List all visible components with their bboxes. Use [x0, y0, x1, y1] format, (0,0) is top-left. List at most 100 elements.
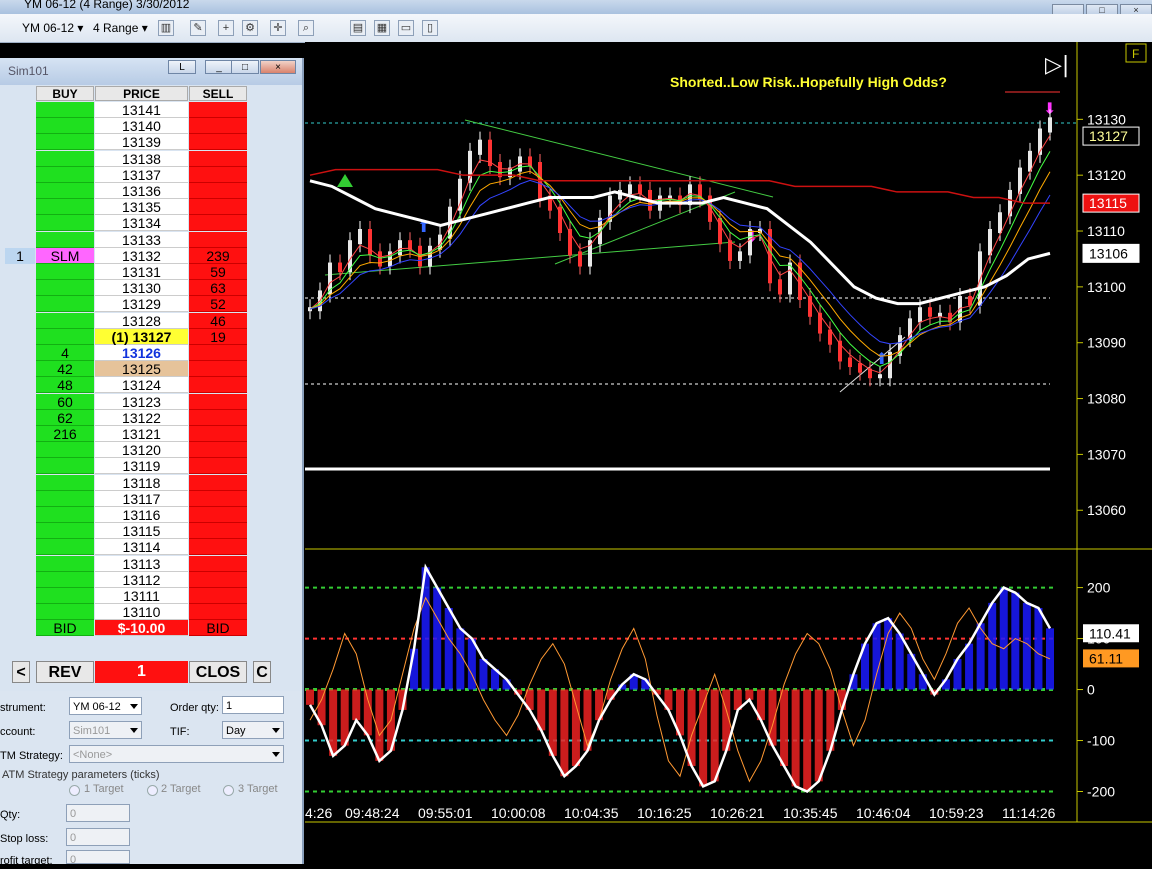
- buy-cell[interactable]: [36, 102, 94, 118]
- buy-cell[interactable]: [36, 231, 94, 248]
- dom-l-button[interactable]: L: [168, 60, 196, 74]
- buy-cell[interactable]: [36, 490, 94, 507]
- buy-cell[interactable]: 60: [36, 393, 94, 410]
- buy-cell[interactable]: [36, 539, 94, 556]
- sell-cell[interactable]: [189, 377, 247, 394]
- buy-cell[interactable]: 4: [36, 345, 94, 361]
- bar-type-icon[interactable]: ▥: [158, 20, 174, 36]
- buy-cell[interactable]: [36, 458, 94, 475]
- buy-cell[interactable]: 42: [36, 361, 94, 378]
- reverse-button[interactable]: REV: [36, 661, 94, 683]
- sell-cell[interactable]: [189, 215, 247, 232]
- sell-cell[interactable]: [189, 361, 247, 378]
- buy-cell[interactable]: [36, 523, 94, 540]
- profit-target-input[interactable]: 0: [66, 850, 130, 866]
- sell-cell[interactable]: [189, 458, 247, 475]
- buy-cell[interactable]: [36, 134, 94, 151]
- buy-cell[interactable]: [36, 312, 94, 329]
- target1-radio[interactable]: [69, 785, 80, 796]
- qty-input[interactable]: 0: [66, 804, 130, 822]
- sell-cell[interactable]: [189, 426, 247, 442]
- buy-cell[interactable]: [36, 264, 94, 280]
- sell-cell[interactable]: [189, 134, 247, 151]
- buy-cell[interactable]: [36, 328, 94, 345]
- sell-cell[interactable]: [189, 539, 247, 556]
- sell-cell[interactable]: [189, 393, 247, 410]
- sell-cell[interactable]: [189, 118, 247, 135]
- tif-dropdown[interactable]: Day: [222, 721, 284, 739]
- buy-cell[interactable]: [36, 150, 94, 167]
- sell-cell[interactable]: 46: [189, 312, 247, 329]
- buy-cell[interactable]: [36, 280, 94, 297]
- sell-cell[interactable]: [189, 442, 247, 459]
- atm-strategy-dropdown[interactable]: <None>: [69, 745, 284, 763]
- sell-cell[interactable]: [189, 555, 247, 572]
- period-selector[interactable]: 4 Range ▾: [93, 18, 148, 38]
- zoom-icon[interactable]: ⌕: [298, 20, 314, 36]
- indicator-add-icon[interactable]: +: [218, 20, 234, 36]
- sell-cell[interactable]: [189, 507, 247, 523]
- scroll-left-button[interactable]: <: [12, 661, 30, 683]
- c-button[interactable]: C: [253, 661, 271, 683]
- buy-cell[interactable]: 48: [36, 377, 94, 394]
- price-chart[interactable]: Shorted..Low Risk..Hopefully High Odds? …: [305, 42, 1152, 864]
- sell-cell[interactable]: [189, 102, 247, 118]
- sell-cell[interactable]: 63: [189, 280, 247, 297]
- buy-cell[interactable]: [36, 118, 94, 135]
- buy-cell[interactable]: [36, 555, 94, 572]
- strategy-icon[interactable]: ⚙: [242, 20, 258, 36]
- stop-loss-input[interactable]: 0: [66, 828, 130, 846]
- sell-cell[interactable]: BID: [189, 620, 247, 637]
- buy-cell[interactable]: [36, 604, 94, 621]
- buy-cell[interactable]: [36, 296, 94, 313]
- sell-cell[interactable]: [189, 571, 247, 588]
- sell-cell[interactable]: [189, 199, 247, 216]
- print-icon[interactable]: ▯: [422, 20, 438, 36]
- sell-cell[interactable]: [189, 166, 247, 183]
- buy-cell[interactable]: [36, 571, 94, 588]
- sell-cell[interactable]: [189, 345, 247, 361]
- buy-cell[interactable]: [36, 183, 94, 199]
- buy-cell[interactable]: SLM: [36, 247, 94, 264]
- sell-cell[interactable]: [189, 604, 247, 621]
- close-position-button[interactable]: CLOS: [189, 661, 247, 683]
- chart-properties-icon[interactable]: ▦: [374, 20, 390, 36]
- sell-cell[interactable]: 59: [189, 264, 247, 280]
- target2-radio[interactable]: [147, 785, 158, 796]
- target3-radio[interactable]: [223, 785, 234, 796]
- crosshair-icon[interactable]: ✛: [270, 20, 286, 36]
- buy-cell[interactable]: [36, 215, 94, 232]
- sell-cell[interactable]: 19: [189, 328, 247, 345]
- dom-close-button[interactable]: ×: [260, 60, 296, 74]
- go-to-end-icon[interactable]: ▷|: [1045, 53, 1069, 78]
- sell-cell[interactable]: [189, 588, 247, 604]
- sell-cell[interactable]: [189, 474, 247, 491]
- pencil-icon[interactable]: ✎: [190, 20, 206, 36]
- buy-cell[interactable]: 216: [36, 426, 94, 442]
- buy-cell[interactable]: [36, 166, 94, 183]
- sell-cell[interactable]: 239: [189, 247, 247, 264]
- sell-cell[interactable]: 52: [189, 296, 247, 313]
- sell-cell[interactable]: [189, 150, 247, 167]
- sell-cell[interactable]: [189, 409, 247, 426]
- buy-cell[interactable]: BID: [36, 620, 94, 637]
- account-dropdown[interactable]: Sim101: [69, 721, 142, 739]
- buy-cell[interactable]: [36, 442, 94, 459]
- sell-cell[interactable]: [189, 231, 247, 248]
- indicators-icon[interactable]: ▤: [350, 20, 366, 36]
- buy-cell[interactable]: 62: [36, 409, 94, 426]
- order-qty-input[interactable]: 1: [222, 696, 284, 714]
- instrument-selector[interactable]: YM 06-12 ▾: [22, 18, 83, 38]
- buy-cell[interactable]: [36, 588, 94, 604]
- instrument-dropdown[interactable]: YM 06-12: [69, 697, 142, 715]
- order-qty-display[interactable]: 1: [95, 661, 188, 683]
- sell-cell[interactable]: [189, 183, 247, 199]
- buy-cell[interactable]: [36, 199, 94, 216]
- buy-cell[interactable]: [36, 507, 94, 523]
- sell-cell[interactable]: [189, 490, 247, 507]
- buy-cell[interactable]: [36, 474, 94, 491]
- sell-cell[interactable]: [189, 523, 247, 540]
- template-icon[interactable]: ▭: [398, 20, 414, 36]
- dom-minimize-button[interactable]: _: [205, 60, 233, 74]
- dom-maximize-button[interactable]: □: [231, 60, 259, 74]
